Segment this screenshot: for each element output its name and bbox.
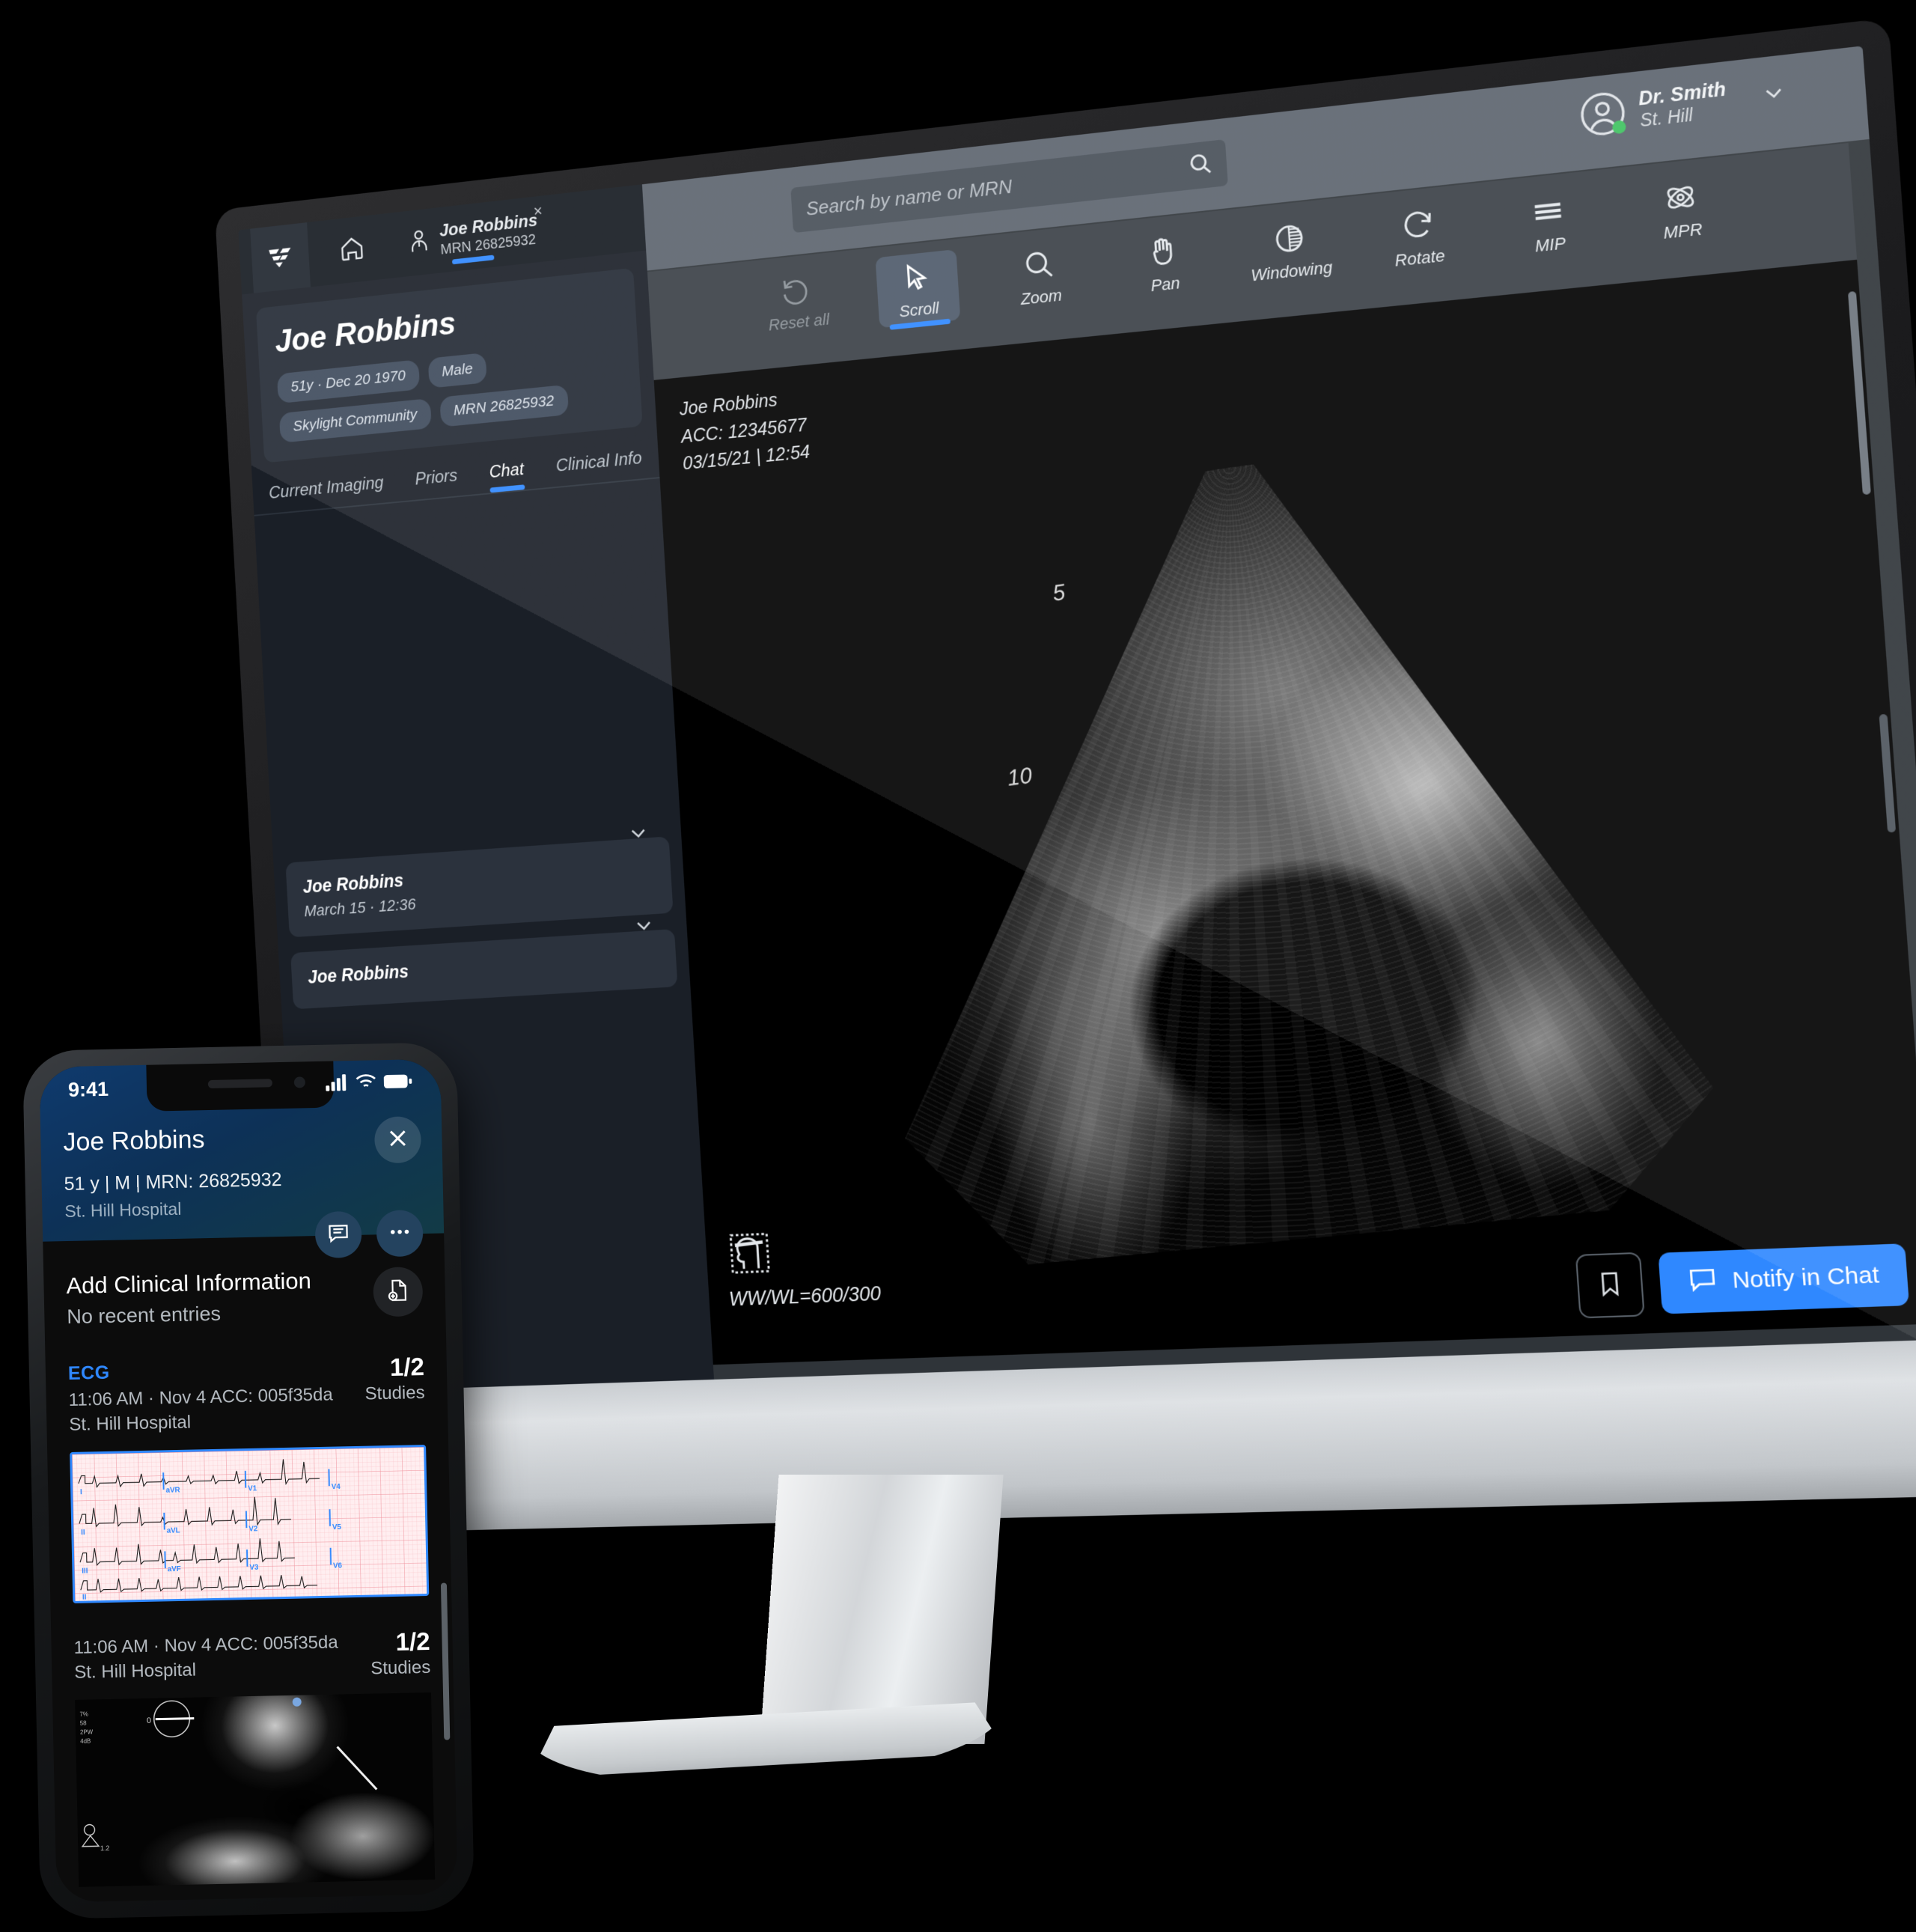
echo-thumbnail[interactable]: 0 7% 58 2PW 4dB 1.2 xyxy=(75,1692,436,1887)
viewer-actions: Notify in Chat xyxy=(1575,1242,1910,1319)
desktop-monitor: Dr. Smith St. Hill xyxy=(214,17,1916,1535)
chat-list: Joe Robbins March 15 · 12:36 Joe Robbins xyxy=(285,836,678,1025)
status-time: 9:41 xyxy=(67,1077,109,1101)
svg-text:2PW: 2PW xyxy=(80,1728,94,1735)
pacs-application: Dr. Smith St. Hill xyxy=(238,46,1916,1398)
window-level-readout: WW/WL=600/300 xyxy=(728,1282,882,1311)
phone-patient-name: Joe Robbins xyxy=(63,1125,205,1157)
notify-in-chat-button[interactable]: Notify in Chat xyxy=(1658,1243,1910,1314)
head-orientation-icon xyxy=(726,1229,773,1277)
chip-sex: Male xyxy=(427,352,487,388)
viewport-scrollbar[interactable] xyxy=(1847,290,1871,496)
study-count: 1/2 Studies xyxy=(370,1627,431,1680)
patient-icon xyxy=(406,226,433,259)
echo-overlay-graphics: 0 7% 582PW 4dB 1.2 xyxy=(79,1697,378,1852)
tool-pan[interactable]: Pan xyxy=(1120,223,1209,303)
tool-label: Reset all xyxy=(768,309,830,335)
close-button[interactable] xyxy=(373,1116,422,1164)
tool-label: Zoom xyxy=(1019,285,1063,308)
patient-tab-labels: Joe Robbins MRN 26825932 xyxy=(439,210,539,259)
svg-text:0: 0 xyxy=(147,1716,151,1725)
battery-icon xyxy=(383,1073,413,1094)
svg-text:1.2: 1.2 xyxy=(100,1844,110,1852)
home-icon xyxy=(338,233,366,267)
phone-status-bar: 9:41 xyxy=(39,1059,441,1114)
chevron-down-icon[interactable] xyxy=(626,820,651,851)
tab-current-imaging[interactable]: Current Imaging xyxy=(268,473,384,514)
tool-label: Windowing xyxy=(1250,258,1334,285)
monitor-stand-base xyxy=(525,1701,1007,1795)
user-menu[interactable]: Dr. Smith St. Hill xyxy=(1578,70,1790,139)
phone-patient-meta: 51 y | M | MRN: 26825932 xyxy=(64,1168,282,1195)
notify-button-label: Notify in Chat xyxy=(1731,1261,1880,1293)
tool-mpr[interactable]: MPR xyxy=(1635,167,1729,250)
tool-label: Scroll xyxy=(898,298,940,321)
status-icons xyxy=(326,1073,413,1094)
study-count-label: Studies xyxy=(370,1657,431,1679)
tool-rotate[interactable]: Rotate xyxy=(1373,195,1464,277)
tool-label: Pan xyxy=(1150,273,1181,296)
tab-label: Clinical Info xyxy=(555,448,643,476)
tool-mip[interactable]: MIP xyxy=(1503,181,1596,263)
tool-reset-all[interactable]: Reset all xyxy=(756,262,840,340)
viewport-scrollbar-secondary[interactable] xyxy=(1879,713,1897,833)
chip-facility: Skylight Community xyxy=(278,398,432,443)
avatar xyxy=(1578,88,1628,139)
bookmark-button[interactable] xyxy=(1575,1252,1645,1319)
tab-chat[interactable]: Chat xyxy=(489,460,525,493)
tab-label: Priors xyxy=(414,466,458,490)
svg-text:4dB: 4dB xyxy=(80,1737,91,1744)
chat-bubble-icon xyxy=(1686,1264,1719,1301)
app-logo[interactable] xyxy=(250,222,311,293)
depth-marker: 5 xyxy=(1051,579,1067,606)
tool-zoom[interactable]: Zoom xyxy=(997,236,1084,315)
active-tool-underline xyxy=(889,318,951,330)
close-icon xyxy=(385,1126,410,1154)
svg-text:58: 58 xyxy=(80,1720,88,1727)
tool-label: MIP xyxy=(1534,233,1566,256)
echocardiogram-image: 5 10 xyxy=(835,410,1727,1275)
chip-age-dob: 51y · Dec 20 1970 xyxy=(276,359,420,404)
chat-item-name: Joe Robbins xyxy=(307,961,409,988)
user-name-block: Dr. Smith St. Hill xyxy=(1638,79,1728,131)
bookmark-icon xyxy=(1593,1268,1626,1302)
search-input[interactable] xyxy=(804,154,1189,222)
chip-mrn: MRN 26825932 xyxy=(439,384,569,427)
signal-bars-icon xyxy=(326,1073,349,1095)
monitor-screen: Dr. Smith St. Hill xyxy=(238,46,1916,1398)
study-count-value: 1/2 xyxy=(395,1627,430,1656)
sidebar-item-home[interactable] xyxy=(311,213,393,287)
chevron-down-icon[interactable] xyxy=(1759,79,1788,112)
study-item-echo[interactable]: ECHO 11:06 AM · Nov 4 ACC: 005f35da St. … xyxy=(51,1627,453,1683)
wifi-icon xyxy=(355,1073,378,1094)
list-item[interactable]: Joe Robbins xyxy=(290,929,678,1010)
svg-text:7%: 7% xyxy=(79,1711,88,1718)
study-overlay-text: Joe Robbins ACC: 12345677 03/15/21 | 12:… xyxy=(679,384,811,478)
tab-priors[interactable]: Priors xyxy=(415,466,459,499)
screenshot-stage: Dr. Smith St. Hill xyxy=(0,0,1916,1932)
tool-windowing[interactable]: Windowing xyxy=(1245,210,1335,290)
tool-label: Rotate xyxy=(1394,246,1446,270)
depth-marker: 10 xyxy=(1006,763,1034,791)
close-icon[interactable]: × xyxy=(533,201,543,221)
ultrasound-sector xyxy=(835,410,1727,1275)
chevron-down-icon[interactable] xyxy=(631,912,656,943)
tab-label: Current Imaging xyxy=(268,472,385,503)
tool-scroll[interactable]: Scroll xyxy=(875,249,961,330)
search-icon[interactable] xyxy=(1187,150,1215,182)
mobile-phone: 9:41 Joe Robbins 51 y | M | MRN: 2682593… xyxy=(22,1042,475,1919)
phone-screen: 9:41 Joe Robbins 51 y | M | MRN: 2682593… xyxy=(39,1058,458,1903)
list-item[interactable]: Joe Robbins March 15 · 12:36 xyxy=(285,836,674,938)
tool-label: MPR xyxy=(1662,219,1703,243)
image-viewport[interactable]: Joe Robbins ACC: 12345677 03/15/21 | 12:… xyxy=(653,259,1916,1365)
tab-label: Chat xyxy=(488,459,525,482)
